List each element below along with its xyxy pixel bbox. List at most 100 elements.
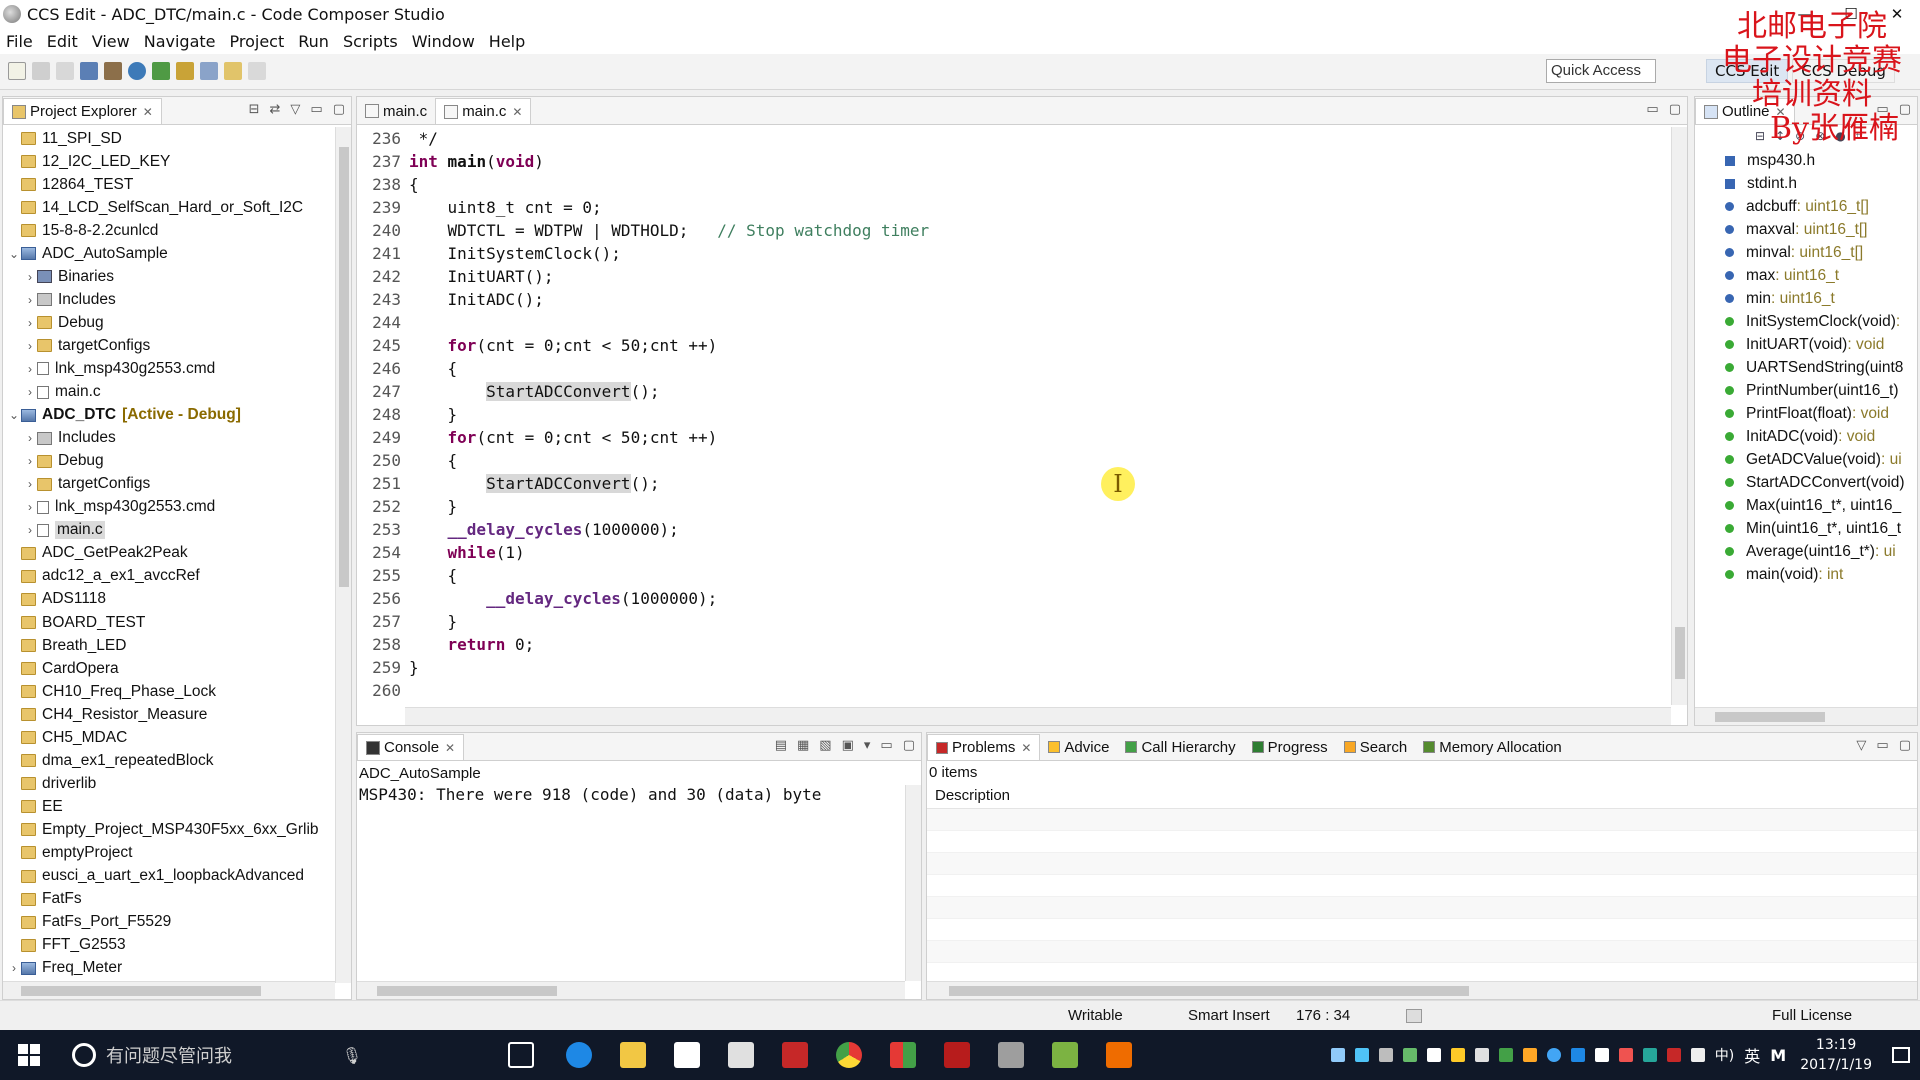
minimize-view-icon[interactable]: ▭ — [880, 738, 892, 753]
code-line[interactable]: 252 } — [357, 495, 1669, 518]
tree-item[interactable]: › Includes — [3, 427, 333, 450]
maximize-view-icon[interactable]: ▢ — [903, 738, 915, 753]
problems-hscrollbar[interactable] — [927, 981, 1917, 999]
system-clock[interactable]: 13:19 2017/1/19 — [1800, 1035, 1872, 1075]
tree-item[interactable]: › lnk_msp430g2553.cmd — [3, 357, 333, 380]
tab-main-c-inactive[interactable]: main.c — [357, 98, 435, 124]
tree-item[interactable]: emptyProject — [3, 841, 333, 864]
new-icon[interactable] — [8, 62, 26, 80]
tree-item[interactable]: ADS1118 — [3, 588, 333, 611]
tree-item[interactable]: 11_SPI_SD — [3, 127, 333, 150]
code-line[interactable]: 260 — [357, 679, 1669, 702]
tab-advice[interactable]: Advice — [1040, 734, 1117, 760]
collapsed-chevron-icon[interactable]: › — [23, 523, 37, 537]
tray-app-icon[interactable] — [1474, 1048, 1489, 1062]
tree-item[interactable]: ⌄ ADC_AutoSample — [3, 242, 333, 265]
outline-item[interactable]: min : uint16_t — [1695, 287, 1919, 310]
cloud-icon[interactable] — [1594, 1048, 1609, 1062]
editor-vscrollbar[interactable] — [1671, 127, 1687, 705]
tray-app-icon[interactable] — [1450, 1048, 1465, 1062]
maximize-view-icon[interactable]: ▢ — [1899, 738, 1911, 753]
tray-app-icon[interactable] — [1498, 1048, 1513, 1062]
collapsed-chevron-icon[interactable]: › — [23, 500, 37, 514]
outline-hscrollbar[interactable] — [1695, 707, 1917, 725]
project-tree-hscrollbar[interactable] — [3, 981, 335, 999]
shield-icon[interactable] — [1426, 1048, 1441, 1062]
save-icon[interactable] — [32, 62, 50, 80]
outline-item[interactable]: main(void) : int — [1695, 563, 1919, 586]
tree-item[interactable]: › main.c — [3, 519, 333, 542]
tab-project-explorer[interactable]: Project Explorer ✕ — [3, 98, 162, 124]
menu-navigate[interactable]: Navigate — [144, 32, 216, 51]
menu-help[interactable]: Help — [489, 32, 525, 51]
scrollbar-thumb[interactable] — [21, 986, 261, 996]
outline-item[interactable]: stdint.h — [1695, 172, 1919, 195]
status-lock-icon[interactable] — [1406, 1009, 1422, 1023]
code-line[interactable]: 245 for(cnt = 0;cnt < 50;cnt ++) — [357, 334, 1669, 357]
outline-item[interactable]: PrintNumber(uint16_t) — [1695, 379, 1919, 402]
tree-item[interactable]: CH5_MDAC — [3, 726, 333, 749]
quick-access-input[interactable]: Quick Access — [1546, 59, 1656, 83]
volume-icon[interactable]: 中) — [1715, 1045, 1734, 1065]
console-hscrollbar[interactable] — [357, 981, 905, 999]
tab-console[interactable]: Console ✕ — [357, 734, 465, 760]
windows-start-icon[interactable] — [18, 1044, 40, 1066]
edge-browser-icon[interactable] — [566, 1042, 592, 1068]
clear-console-icon[interactable]: ▤ — [775, 738, 787, 753]
tab-problems[interactable]: Problems ✕ — [927, 734, 1041, 760]
code-line[interactable]: 239 uint8_t cnt = 0; — [357, 196, 1669, 219]
tab-search[interactable]: Search — [1336, 734, 1416, 760]
chrome-icon[interactable] — [836, 1042, 862, 1068]
forward-icon[interactable] — [248, 62, 266, 80]
save-all-icon[interactable] — [56, 62, 74, 80]
collapse-all-icon[interactable]: ⊟ — [249, 102, 260, 117]
expanded-chevron-icon[interactable]: ⌄ — [7, 247, 21, 261]
collapsed-chevron-icon[interactable]: › — [23, 477, 37, 491]
tray-app-icon[interactable] — [1378, 1048, 1393, 1062]
outline-item[interactable]: StartADCConvert(void) — [1695, 471, 1919, 494]
code-line[interactable]: 246 { — [357, 357, 1669, 380]
scrollbar-thumb[interactable] — [1715, 712, 1825, 722]
project-tree-scrollbar[interactable] — [335, 127, 351, 983]
tree-item[interactable]: FFT_G2553 — [3, 934, 333, 957]
outline-item[interactable]: msp430.h — [1695, 149, 1919, 172]
tree-item[interactable]: FatFs — [3, 888, 333, 911]
menu-view[interactable]: View — [92, 32, 130, 51]
code-area[interactable]: 236 */ 237 int main(void) 238 {239 uint8_t c… — [357, 127, 1669, 707]
outline-item[interactable]: adcbuff : uint16_t[] — [1695, 195, 1919, 218]
tray-app-icon[interactable] — [1546, 1048, 1561, 1062]
red-app-icon[interactable] — [782, 1042, 808, 1068]
cortana-search-box[interactable]: 有问题尽管问我 🎙 — [62, 1030, 482, 1080]
tree-item[interactable]: › targetConfigs — [3, 473, 333, 496]
code-line[interactable]: 242 InitUART(); — [357, 265, 1669, 288]
editor-hscrollbar[interactable] — [405, 707, 1671, 725]
code-line[interactable]: 248 } — [357, 403, 1669, 426]
tree-item[interactable]: ADC_GetPeak2Peak — [3, 542, 333, 565]
close-icon[interactable]: ✕ — [143, 105, 153, 119]
tab-progress[interactable]: Progress — [1244, 734, 1336, 760]
collapsed-chevron-icon[interactable]: › — [23, 316, 37, 330]
tree-item[interactable]: eusci_a_uart_ex1_loopbackAdvanced — [3, 865, 333, 888]
code-line[interactable]: 238 { — [357, 173, 1669, 196]
outline-item[interactable]: minval : uint16_t[] — [1695, 241, 1919, 264]
scrollbar-thumb[interactable] — [339, 147, 349, 587]
minimize-view-icon[interactable]: ▭ — [310, 102, 322, 117]
outline-item[interactable]: InitUART(void) : void — [1695, 333, 1919, 356]
task-view-icon[interactable] — [508, 1042, 534, 1068]
collapsed-chevron-icon[interactable]: › — [23, 385, 37, 399]
flash-icon[interactable] — [176, 62, 194, 80]
menu-file[interactable]: File — [6, 32, 33, 51]
tray-app-icon[interactable] — [1570, 1048, 1585, 1062]
code-line[interactable]: 256 __delay_cycles(1000000); — [357, 587, 1669, 610]
tray-app-icon[interactable] — [1618, 1048, 1633, 1062]
tree-item[interactable]: › Debug — [3, 311, 333, 334]
office-app-icon[interactable] — [890, 1042, 916, 1068]
outline-item[interactable]: Max(uint16_t*, uint16_ — [1695, 494, 1919, 517]
notification-center-icon[interactable] — [1892, 1047, 1910, 1063]
tree-item[interactable]: CardOpera — [3, 657, 333, 680]
code-line[interactable]: 258 return 0; — [357, 633, 1669, 656]
tree-item[interactable]: › Debug — [3, 450, 333, 473]
scrollbar-thumb[interactable] — [949, 986, 1469, 996]
problems-column-description[interactable]: Description — [927, 783, 1917, 809]
maximize-view-icon[interactable]: ▢ — [333, 102, 345, 117]
